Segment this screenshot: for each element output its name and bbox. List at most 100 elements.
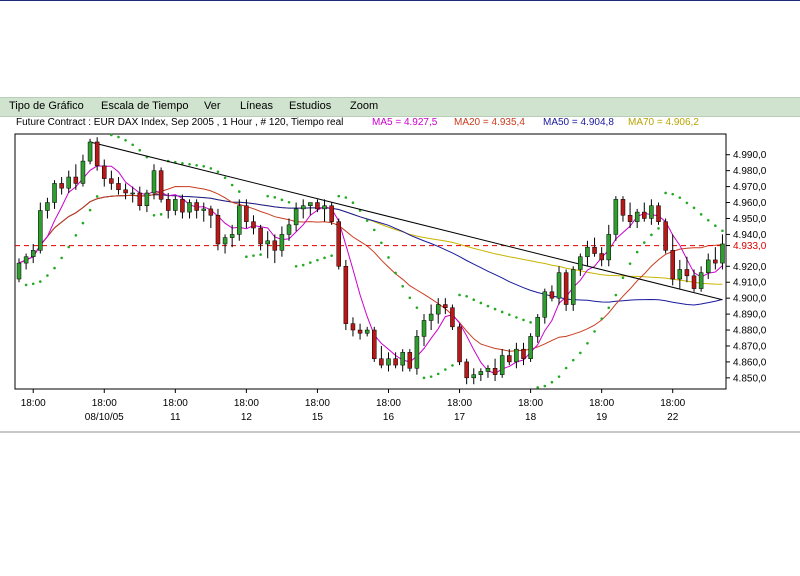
candle-body [322, 205, 327, 210]
candle-body [570, 269, 576, 305]
candle-body [528, 336, 533, 359]
sar-dot [380, 241, 383, 245]
candle-body [23, 256, 29, 264]
sar-dot [24, 283, 28, 287]
chart-info-bar: Future Contract : EUR DAX Index, Sep 200… [0, 116, 800, 130]
sar-dot [571, 358, 575, 362]
y-tick-label: 4.920,0 [733, 262, 767, 273]
candle-body [38, 210, 43, 251]
candle-body [16, 262, 22, 280]
candle-body [563, 272, 569, 305]
sar-dot [401, 285, 404, 288]
candle-body [379, 358, 384, 366]
sar-dot [579, 351, 582, 355]
menu-zoom[interactable]: Zoom [350, 100, 378, 112]
candle-body [393, 358, 398, 366]
chart-bottom-divider [0, 431, 800, 433]
menu-escala-de-tiempo[interactable]: Escala de Tiempo [101, 100, 188, 112]
candle-body [45, 202, 50, 211]
ma70-value: MA70 = 4.906,2 [628, 117, 699, 128]
candle-body [421, 320, 427, 337]
sar-dot [387, 256, 390, 259]
sar-dot [237, 190, 241, 193]
candle-body [94, 141, 100, 167]
sar-dot [429, 375, 433, 378]
y-tick-label: 4.910,0 [733, 278, 767, 289]
ma20-value: MA20 = 4.935,4 [454, 117, 525, 128]
candle-body [123, 189, 128, 194]
candle-body [691, 275, 697, 289]
candle-body [116, 183, 121, 191]
sar-dot [138, 148, 142, 152]
sar-dot [593, 330, 596, 333]
sar-dot [650, 233, 653, 237]
sar-dot [507, 313, 511, 317]
sar-dot [230, 183, 234, 187]
sar-dot [614, 293, 618, 297]
candle-body [59, 183, 64, 189]
candle-body [634, 211, 640, 222]
candle-body [592, 246, 597, 254]
candle-body [471, 374, 477, 379]
candle-body [272, 240, 278, 251]
sar-dot [628, 262, 632, 265]
candle-body [507, 355, 512, 363]
y-tick-label: 4.850,0 [733, 373, 767, 384]
x-date-label: 17 [454, 412, 466, 423]
sar-dot [657, 227, 660, 230]
candle-body [684, 269, 690, 277]
candle-body [336, 221, 341, 267]
sar-dot [714, 224, 717, 228]
sar-dot [95, 195, 99, 198]
sar-dot [479, 301, 483, 305]
sar-dot [188, 162, 191, 166]
candle-body [187, 202, 192, 213]
window-top-border [0, 0, 800, 1]
sar-dot [515, 316, 518, 319]
candle-body [400, 352, 405, 366]
sar-dot [216, 170, 220, 174]
candle-body [244, 205, 249, 222]
candle-body [279, 234, 285, 251]
sar-dot [67, 245, 71, 249]
menu-ver[interactable]: Ver [204, 100, 221, 112]
sar-dot [522, 318, 525, 322]
sar-dot [301, 263, 305, 267]
sar-dot [500, 310, 504, 314]
sar-dot [39, 280, 42, 283]
x-date-label: 11 [170, 412, 181, 423]
candle-body [443, 304, 448, 308]
menu-estudios[interactable]: Estudios [289, 100, 331, 112]
y-tick-label: 4.960,0 [733, 198, 767, 209]
candle-body [201, 208, 206, 211]
sar-dot [287, 200, 291, 204]
candle-body [464, 361, 469, 379]
sar-dot [415, 306, 419, 309]
menu-lineas[interactable]: Líneas [240, 100, 273, 112]
chart-area: 4.850,0 4.860,0 4.870,0 4.880,0 4.890,0 4.900… [0, 131, 798, 429]
candle-body [677, 269, 683, 280]
sar-dot [699, 213, 703, 216]
candle-body [80, 160, 86, 184]
candle-body [698, 272, 704, 289]
sar-dot [472, 298, 476, 301]
candle-body [606, 234, 612, 261]
x-date-label: 18 [525, 412, 537, 423]
sar-dot [458, 293, 461, 297]
sar-dot [60, 256, 63, 260]
candle-body [300, 205, 306, 210]
menu-tipo-de-grafico[interactable]: Tipo de Gráfico [9, 100, 84, 112]
candle-body [350, 323, 356, 331]
candle-body [208, 208, 214, 216]
sar-dot [635, 250, 639, 254]
sar-dot [692, 206, 696, 210]
sar-dot [586, 341, 589, 345]
sar-dot [110, 133, 113, 137]
x-date-label: 19 [596, 412, 608, 423]
sar-dot [721, 229, 724, 233]
sar-dot [642, 241, 646, 244]
sar-dot [74, 234, 78, 237]
candle-body [158, 170, 164, 200]
candle-body [627, 215, 633, 222]
x-time-label: 18:00 [92, 398, 117, 409]
